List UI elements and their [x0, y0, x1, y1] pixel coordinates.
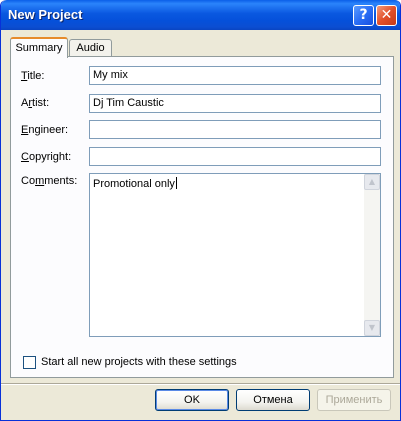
title-bar[interactable]: New Project ? ✕: [1, 0, 400, 30]
title-label-rest: itle:: [27, 70, 45, 82]
title-field[interactable]: My mix: [89, 66, 381, 85]
apply-button[interactable]: Применить: [317, 389, 391, 411]
comments-value: Promotional only: [93, 178, 175, 190]
title-label: Title:: [21, 70, 44, 82]
tab-summary[interactable]: Summary: [10, 37, 68, 58]
tab-audio[interactable]: Audio: [69, 39, 112, 57]
comments-label: Comments:: [21, 175, 77, 187]
help-icon: ?: [359, 7, 368, 23]
scroll-up-icon: ▲: [368, 177, 376, 186]
engineer-field[interactable]: [89, 120, 381, 139]
artist-field-value: Dj Tim Caustic: [93, 97, 164, 109]
engineer-label: Engineer:: [21, 124, 68, 136]
text-caret: [175, 177, 177, 189]
scroll-up-button[interactable]: ▲: [364, 174, 380, 190]
artist-field[interactable]: Dj Tim Caustic: [89, 94, 381, 113]
scroll-down-icon: ▼: [368, 323, 376, 332]
copyright-field[interactable]: [89, 147, 381, 166]
footer-separator: [1, 383, 400, 385]
copyright-label-mnemonic: C: [21, 151, 29, 163]
copyright-label-rest: opyright:: [28, 151, 72, 163]
title-field-value: My mix: [93, 69, 128, 81]
comments-label-mnemonic: m: [35, 175, 45, 187]
comments-label-rest: ments:: [44, 175, 78, 187]
new-project-dialog: New Project ? ✕ Summary Audio Title: My …: [0, 0, 401, 421]
cancel-button[interactable]: Отмена: [236, 389, 310, 411]
artist-label: Artist:: [21, 97, 49, 109]
engineer-label-rest: ngineer:: [28, 124, 69, 136]
help-button[interactable]: ?: [353, 5, 374, 26]
comments-textarea[interactable]: Promotional only ▲ ▼: [89, 173, 381, 337]
comments-text: Promotional only: [93, 177, 177, 190]
close-icon: ✕: [380, 7, 393, 23]
window-title: New Project: [8, 7, 83, 22]
comments-scrollbar[interactable]: ▲ ▼: [364, 174, 380, 336]
close-button[interactable]: ✕: [376, 5, 397, 26]
default-settings-label[interactable]: Start all new projects with these settin…: [41, 356, 237, 368]
ok-button[interactable]: OK: [155, 389, 229, 411]
copyright-label: Copyright:: [21, 151, 71, 163]
default-settings-checkbox[interactable]: [23, 356, 36, 369]
scroll-down-button[interactable]: ▼: [364, 320, 380, 336]
artist-label-rest: tist:: [32, 97, 50, 109]
comments-label-co: Co: [21, 175, 36, 187]
